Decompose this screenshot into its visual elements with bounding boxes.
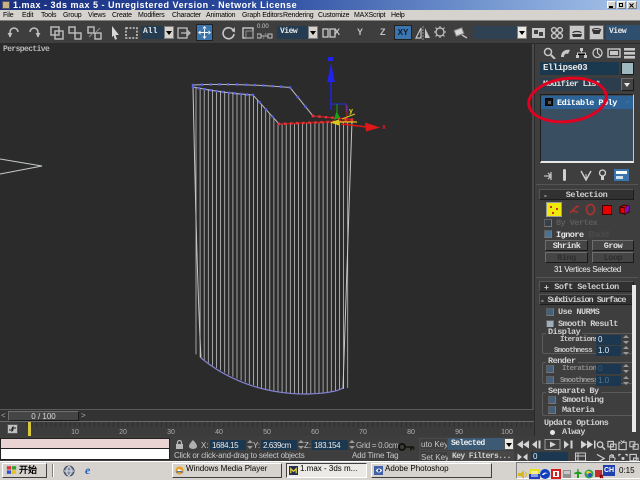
svg-text:x: x — [382, 124, 386, 131]
svg-text:y: y — [349, 108, 353, 115]
